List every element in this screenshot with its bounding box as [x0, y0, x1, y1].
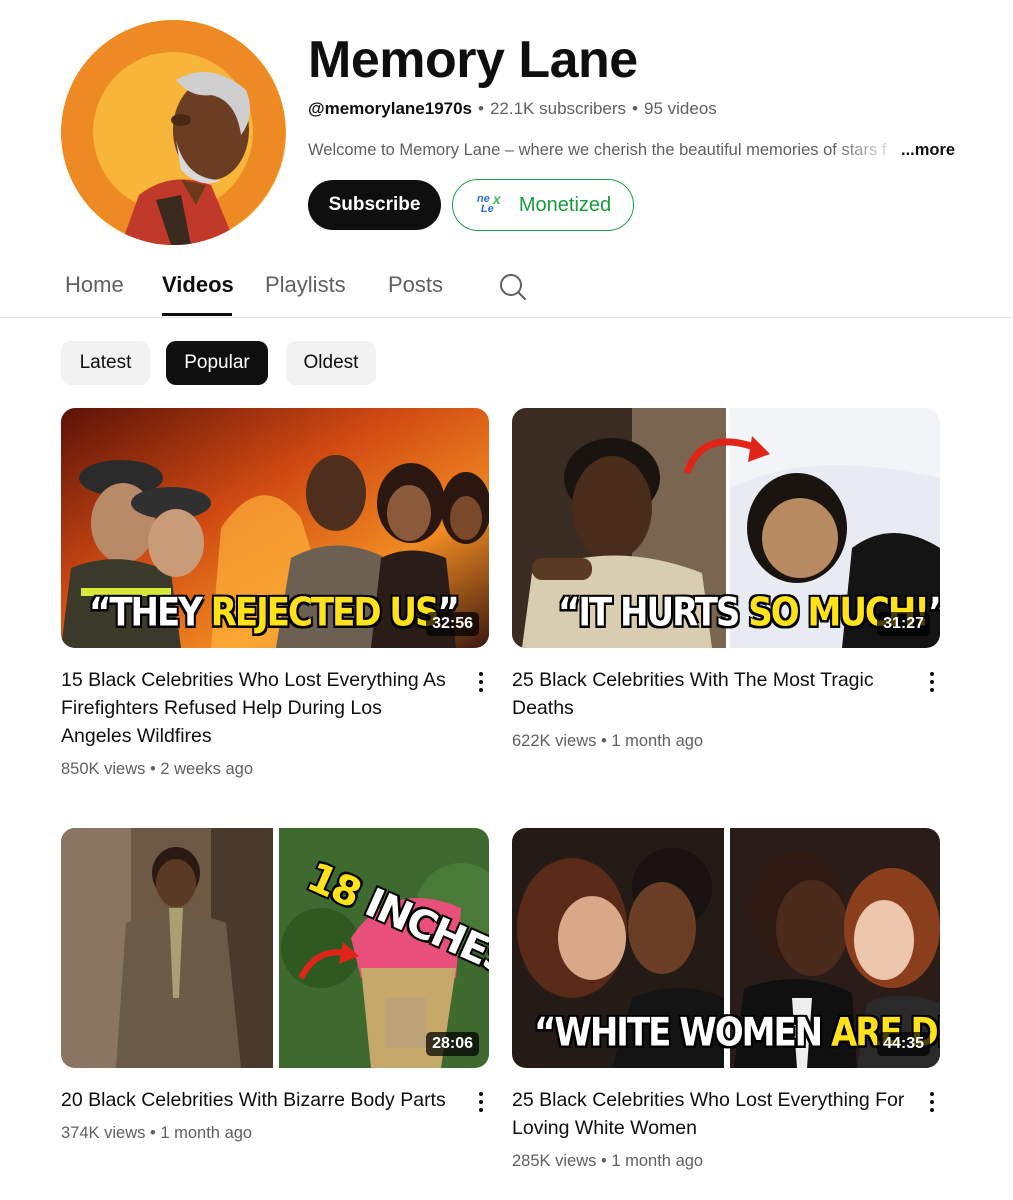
video-thumbnail[interactable]: “WHITE WOMEN ARE DELICIOUS” 44:35: [512, 828, 940, 1068]
active-tab-indicator: [162, 313, 232, 316]
more-options-icon[interactable]: [920, 668, 944, 696]
video-stats: 850K views • 2 weeks ago: [61, 760, 253, 779]
more-link[interactable]: ...more: [901, 141, 955, 159]
video-card: 18 INCHES 28:06 20 Black Celebrities Wit…: [61, 828, 489, 1142]
channel-name: Memory Lane: [308, 31, 638, 89]
video-title[interactable]: 25 Black Celebrities Who Lost Everything…: [512, 1086, 907, 1142]
channel-description[interactable]: Welcome to Memory Lane – where we cheris…: [308, 141, 964, 160]
tab-playlists[interactable]: Playlists: [265, 272, 346, 298]
channel-avatar[interactable]: [61, 20, 286, 245]
video-card: “WHITE WOMEN ARE DELICIOUS” 44:35 25 Bla…: [512, 828, 940, 1170]
avatar-illustration: [61, 20, 285, 245]
video-stats: 285K views • 1 month ago: [512, 1152, 703, 1171]
stats-separator: •: [600, 1152, 607, 1170]
stats-separator: •: [149, 1124, 156, 1142]
tab-videos[interactable]: Videos: [162, 272, 234, 298]
tab-posts[interactable]: Posts: [388, 272, 443, 298]
more-options-icon[interactable]: [469, 1088, 493, 1116]
description-text: Welcome to Memory Lane – where we cheris…: [308, 141, 887, 159]
video-duration: 32:56: [426, 612, 479, 636]
view-count: 622K views: [512, 732, 597, 750]
filter-oldest[interactable]: Oldest: [286, 341, 376, 385]
video-thumbnail[interactable]: 18 INCHES 28:06: [61, 828, 489, 1068]
video-title[interactable]: 25 Black Celebrities With The Most Tragi…: [512, 666, 907, 722]
video-card: “IT HURTS SO MUCH!” 31:27 25 Black Celeb…: [512, 408, 940, 750]
search-icon[interactable]: [498, 272, 528, 302]
video-duration: 28:06: [426, 1032, 479, 1056]
video-thumbnail[interactable]: “IT HURTS SO MUCH!” 31:27: [512, 408, 940, 648]
more-options-icon[interactable]: [920, 1088, 944, 1116]
channel-tabs: Home Videos Playlists Posts: [0, 260, 1013, 318]
upload-age: 1 month ago: [611, 1152, 704, 1170]
tab-home[interactable]: Home: [65, 272, 124, 298]
video-title[interactable]: 15 Black Celebrities Who Lost Everything…: [61, 666, 456, 750]
upload-age: 2 weeks ago: [160, 760, 254, 778]
video-thumbnail[interactable]: “THEY REJECTED US” 32:56: [61, 408, 489, 648]
video-duration: 31:27: [877, 612, 930, 636]
video-stats: 374K views • 1 month ago: [61, 1124, 252, 1143]
upload-age: 1 month ago: [160, 1124, 253, 1142]
monetized-button[interactable]: ne Le x Monetized: [452, 179, 634, 231]
upload-age: 1 month ago: [611, 732, 704, 750]
meta-separator: •: [632, 99, 638, 118]
subscribe-button[interactable]: Subscribe: [308, 180, 441, 230]
filter-popular[interactable]: Popular: [166, 341, 268, 385]
view-count: 285K views: [512, 1152, 597, 1170]
filter-latest[interactable]: Latest: [61, 341, 150, 385]
video-stats: 622K views • 1 month ago: [512, 732, 703, 751]
video-duration: 44:35: [877, 1032, 930, 1056]
meta-separator: •: [478, 99, 484, 118]
subscriber-count: 22.1K subscribers: [489, 99, 627, 118]
channel-handle: @memorylane1970s: [308, 99, 473, 118]
view-count: 850K views: [61, 760, 146, 778]
more-options-icon[interactable]: [469, 668, 493, 696]
nexlev-logo-icon: ne Le x: [476, 191, 501, 215]
stats-separator: •: [600, 732, 607, 750]
channel-meta: @memorylane1970s • 22.1K subscribers • 9…: [308, 99, 717, 119]
view-count: 374K views: [61, 1124, 146, 1142]
stats-separator: •: [149, 760, 156, 778]
video-title[interactable]: 20 Black Celebrities With Bizarre Body P…: [61, 1086, 456, 1114]
video-count: 95 videos: [644, 99, 717, 118]
thumbnail-overlay-text: “THEY REJECTED US”: [89, 590, 460, 636]
video-card: “THEY REJECTED US” 32:56 15 Black Celebr…: [61, 408, 489, 778]
monetized-label: Monetized: [518, 193, 612, 216]
